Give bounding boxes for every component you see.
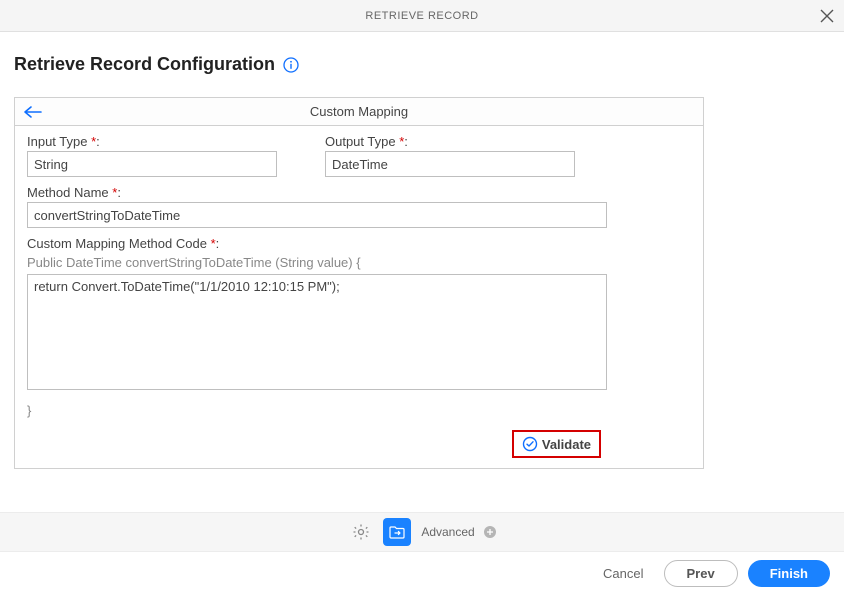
panel-header: Custom Mapping	[15, 98, 703, 126]
page-title-row: Retrieve Record Configuration	[14, 54, 830, 75]
custom-mapping-panel: Custom Mapping Input Type *: Output Type…	[14, 97, 704, 469]
validate-label: Validate	[542, 437, 591, 452]
validate-button[interactable]: Validate	[512, 430, 601, 458]
gear-icon	[352, 523, 370, 541]
output-type-field[interactable]	[325, 151, 575, 177]
input-type-label: Input Type *:	[27, 134, 277, 149]
method-name-group: Method Name *:	[27, 185, 691, 228]
footer: Cancel Prev Finish	[0, 552, 844, 594]
method-signature: Public DateTime convertStringToDateTime …	[27, 255, 691, 270]
method-name-label-text: Method Name	[27, 185, 109, 200]
close-icon	[820, 9, 834, 23]
output-type-label: Output Type *:	[325, 134, 575, 149]
modal-header: RETRIEVE RECORD	[0, 0, 844, 32]
colon: :	[96, 134, 100, 149]
validate-row: Validate	[27, 430, 691, 458]
colon: :	[216, 236, 220, 251]
arrow-left-icon	[23, 105, 43, 119]
folder-arrow-icon	[388, 523, 406, 541]
form-row-types: Input Type *: Output Type *:	[27, 134, 691, 177]
prev-button[interactable]: Prev	[664, 560, 738, 587]
colon: :	[404, 134, 408, 149]
code-label-text: Custom Mapping Method Code	[27, 236, 207, 251]
info-icon[interactable]	[283, 57, 299, 73]
check-circle-icon	[522, 436, 538, 452]
plus-circle-icon	[483, 525, 497, 539]
close-button[interactable]	[818, 7, 836, 25]
panel-header-title: Custom Mapping	[310, 104, 408, 119]
output-type-label-text: Output Type	[325, 134, 396, 149]
code-group: Custom Mapping Method Code *: Public Dat…	[27, 236, 691, 418]
closing-brace: }	[27, 403, 691, 418]
cancel-button[interactable]: Cancel	[593, 560, 653, 587]
back-button[interactable]	[23, 105, 43, 119]
folder-button[interactable]	[383, 518, 411, 546]
colon: :	[117, 185, 121, 200]
content-wrapper: Retrieve Record Configuration Custom Map…	[0, 32, 844, 469]
code-label: Custom Mapping Method Code *:	[27, 236, 691, 251]
modal-header-title: RETRIEVE RECORD	[365, 10, 478, 22]
advanced-label: Advanced	[421, 525, 474, 539]
method-name-field[interactable]	[27, 202, 607, 228]
output-type-group: Output Type *:	[325, 134, 575, 177]
page-title: Retrieve Record Configuration	[14, 54, 275, 75]
code-textarea[interactable]	[27, 274, 607, 390]
method-name-label: Method Name *:	[27, 185, 691, 200]
panel-body: Input Type *: Output Type *: Method Name…	[15, 126, 703, 468]
advanced-plus-button[interactable]	[483, 525, 497, 539]
finish-button[interactable]: Finish	[748, 560, 830, 587]
input-type-group: Input Type *:	[27, 134, 277, 177]
settings-button[interactable]	[347, 518, 375, 546]
bottom-toolbar: Advanced	[0, 512, 844, 552]
input-type-field[interactable]	[27, 151, 277, 177]
input-type-label-text: Input Type	[27, 134, 87, 149]
